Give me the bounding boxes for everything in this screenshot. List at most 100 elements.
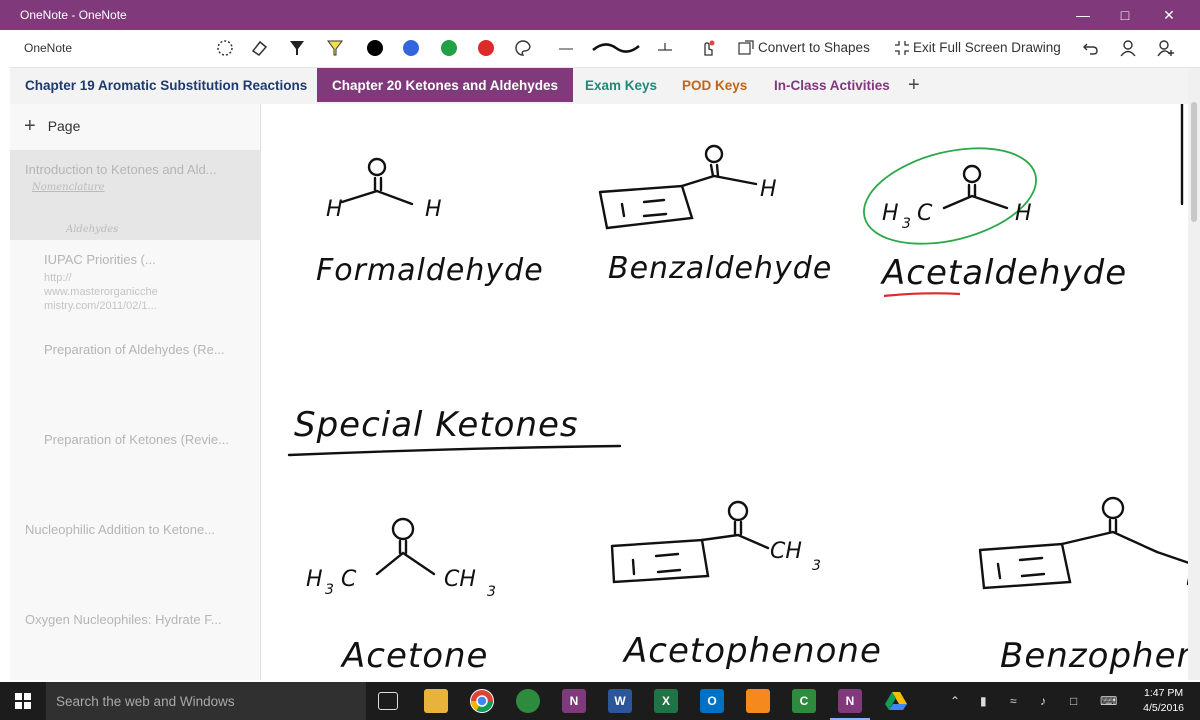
svg-text:H: H [326, 197, 343, 222]
plus-icon: + [24, 115, 36, 137]
thin-line-icon[interactable] [553, 34, 579, 62]
stroke-width-icon[interactable] [590, 34, 642, 62]
minimize-button[interactable]: — [1060, 0, 1106, 30]
structure-name-benzophenone: Benzophenone [1000, 636, 1188, 676]
red-pen-icon[interactable] [473, 34, 499, 62]
page-canvas[interactable]: H H H H3C H H3C CH 3 CH 3 Formaldehyde Ben… [262, 104, 1188, 680]
structure-name-acetophenone: Acetophenone [622, 631, 882, 671]
start-button[interactable] [0, 682, 46, 720]
windows-logo-icon [15, 693, 31, 709]
page-title: Preparation of Ketones (Revie... [44, 432, 229, 447]
tab-chapter-20[interactable]: Chapter 20 Ketones and Aldehydes [317, 68, 574, 102]
convert-to-shapes-button[interactable]: Convert to Shapes [758, 40, 870, 55]
page-item[interactable]: Preparation of Aldehydes (Re... [10, 334, 260, 414]
pen-color-swatch [478, 40, 494, 56]
file-explorer-icon[interactable] [424, 689, 448, 713]
close-button[interactable]: ✕ [1146, 0, 1192, 30]
add-page-label: Page [47, 118, 81, 134]
draw-toolbar: OneNote Convert to Shapes Exit Full Scre… [10, 30, 1200, 68]
taskbar-search-placeholder: Search the web and Windows [56, 694, 235, 709]
black-pen-icon[interactable] [362, 34, 388, 62]
camtasia-recorder-icon[interactable]: C [792, 689, 816, 713]
tab-exam-keys[interactable]: Exam Keys [570, 68, 672, 102]
page-link-text: http:// [44, 272, 72, 284]
camtasia-icon[interactable] [516, 689, 540, 713]
page-link-text: www.masterorganicche [44, 286, 158, 298]
window-title: OneNote - OneNote [20, 8, 127, 22]
tab-pod-keys[interactable]: POD Keys [667, 68, 762, 102]
battery-icon[interactable]: ▮ [980, 694, 987, 708]
exit-full-screen-drawing-button[interactable]: Exit Full Screen Drawing [913, 40, 1061, 55]
pen-color-swatch [403, 40, 419, 56]
tray-chevron-icon[interactable]: ⌃ [950, 694, 960, 708]
add-section-icon[interactable]: + [893, 68, 935, 102]
vertical-scrollbar[interactable] [1188, 68, 1200, 680]
onenote-window: OneNote - OneNote — □ ✕ OneNote Convert … [0, 0, 1200, 720]
eraser-icon[interactable] [246, 34, 272, 62]
taskbar-search-box[interactable]: Search the web and Windows [46, 682, 366, 720]
tab-in-class-activities[interactable]: In-Class Activities [759, 68, 905, 102]
page-item[interactable]: Oxygen Nucleophiles: Hydrate F... [10, 604, 260, 674]
windows-taskbar: Search the web and Windows N W X O C N ⌃… [0, 682, 1200, 720]
pen-tool-icon[interactable] [284, 34, 310, 62]
structure-name-acetaldehyde: Acetaldehyde [880, 253, 1127, 293]
structure-name-formaldehyde: Formaldehyde [316, 253, 544, 288]
page-thumbnail-text: Nomenclature [32, 182, 105, 193]
svg-text:3: 3 [902, 216, 911, 232]
structure-name-acetone: Acetone [340, 636, 488, 676]
page-item[interactable]: Introduction to Ketones and Ald... Nomen… [10, 150, 260, 240]
task-view-icon[interactable] [378, 692, 398, 710]
green-highlight-circle [863, 147, 1037, 245]
share-add-person-icon[interactable] [1153, 34, 1179, 62]
pages-pane: + Page Introduction to Ketones and Ald..… [10, 104, 261, 680]
highlighter-icon[interactable] [322, 34, 348, 62]
volume-icon[interactable]: ♪ [1040, 694, 1046, 708]
account-icon[interactable] [1115, 34, 1141, 62]
thick-line-icon[interactable] [652, 34, 678, 62]
page-title: IUPAC Priorities (... [44, 252, 156, 267]
title-bar: OneNote - OneNote — □ ✕ [0, 0, 1200, 30]
outlook-icon[interactable]: O [700, 689, 724, 713]
wifi-icon[interactable]: ≈ [1010, 694, 1017, 708]
notifications-icon[interactable]: □ [1070, 694, 1077, 708]
page-item[interactable]: Nucleophilic Addition to Ketone... [10, 514, 260, 594]
scrollbar-thumb[interactable] [1191, 102, 1197, 222]
svg-text:C: C [917, 201, 933, 226]
page-item[interactable]: Preparation of Ketones (Revie... [10, 424, 260, 504]
taskbar-clock[interactable]: 1:47 PM 4/5/2016 [1143, 686, 1184, 716]
color-palette-icon[interactable] [510, 34, 536, 62]
keyboard-icon[interactable]: ⌨ [1100, 694, 1117, 708]
convert-shapes-icon[interactable] [735, 34, 757, 62]
exit-fullscreen-icon[interactable] [891, 34, 913, 62]
google-drive-icon[interactable] [884, 689, 908, 713]
svg-text:CH: CH [444, 567, 476, 592]
pen-color-swatch [441, 40, 457, 56]
onenote-app-icon[interactable]: N [838, 689, 862, 713]
green-pen-icon[interactable] [436, 34, 462, 62]
pen-color-swatch [367, 40, 383, 56]
word-icon[interactable]: W [608, 689, 632, 713]
office-app-icon[interactable] [746, 689, 770, 713]
page-title: Introduction to Ketones and Ald... [25, 162, 217, 177]
red-underline-mark [883, 292, 961, 298]
touch-draw-icon[interactable] [694, 34, 720, 62]
maximize-button[interactable]: □ [1102, 0, 1148, 30]
chrome-icon[interactable] [470, 689, 494, 713]
onenote-taskbar-icon[interactable]: N [562, 689, 586, 713]
undo-icon[interactable] [1078, 34, 1104, 62]
excel-icon[interactable]: X [654, 689, 678, 713]
blue-pen-icon[interactable] [398, 34, 424, 62]
svg-text:H: H [425, 197, 442, 222]
page-title: Nucleophilic Addition to Ketone... [25, 522, 216, 537]
svg-text:H: H [882, 201, 899, 226]
page-item[interactable]: IUPAC Priorities (... http:// www.master… [10, 244, 260, 324]
svg-text:3: 3 [812, 558, 821, 574]
svg-text:3: 3 [487, 584, 496, 600]
special-ketones-heading: Special Ketones [294, 405, 579, 445]
tab-chapter-19[interactable]: Chapter 19 Aromatic Substitution Reactio… [10, 68, 322, 102]
svg-text:CH: CH [770, 539, 802, 564]
add-page-button[interactable]: + Page [24, 115, 81, 137]
page-title: Preparation of Aldehydes (Re... [44, 342, 225, 357]
page-title: Oxygen Nucleophiles: Hydrate F... [25, 612, 222, 627]
lasso-select-icon[interactable] [212, 34, 238, 62]
